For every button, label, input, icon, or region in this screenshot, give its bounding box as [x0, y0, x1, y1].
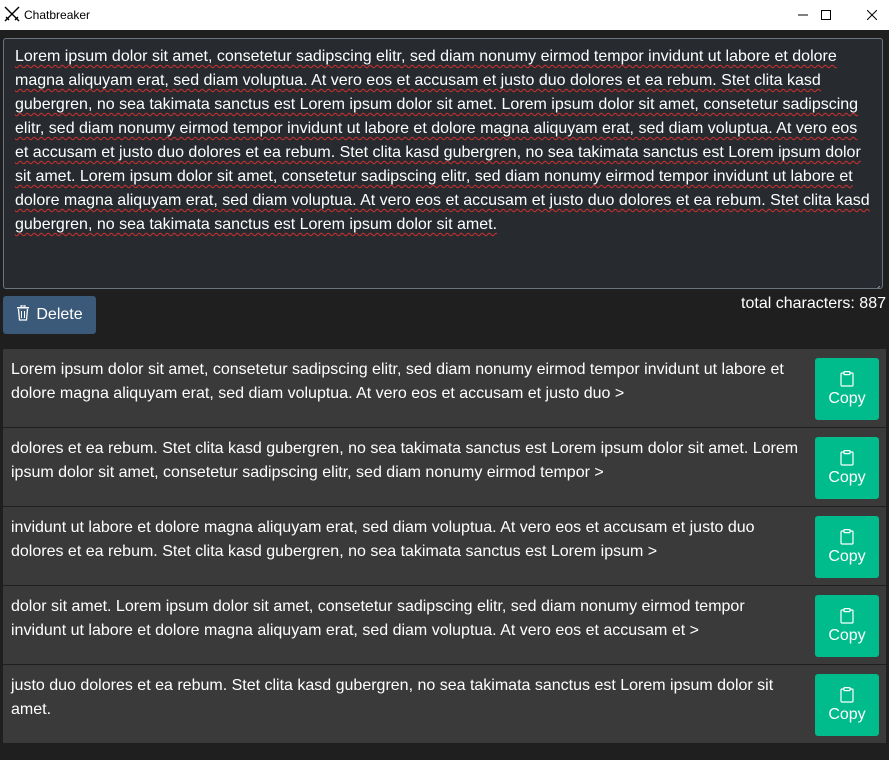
- title-bar: Chatbreaker: [0, 0, 889, 30]
- copy-label: Copy: [828, 389, 866, 407]
- chunk-text: justo duo dolores et ea rebum. Stet clit…: [11, 677, 774, 718]
- delete-label: Delete: [36, 306, 83, 323]
- copy-label: Copy: [828, 468, 866, 486]
- chunk-item: dolores et ea rebum. Stet clita kasd gub…: [3, 428, 886, 506]
- close-button[interactable]: [849, 0, 889, 30]
- delete-button[interactable]: Delete: [3, 296, 96, 334]
- input-text: Lorem ipsum dolor sit amet, consetetur s…: [15, 48, 870, 233]
- chunk-item: Lorem ipsum dolor sit amet, consetetur s…: [3, 349, 886, 427]
- chunk-item: dolor sit amet. Lorem ipsum dolor sit am…: [3, 586, 886, 664]
- clipboard-icon: [840, 449, 854, 466]
- input-textarea[interactable]: Lorem ipsum dolor sit amet, consetetur s…: [3, 38, 883, 289]
- copy-label: Copy: [828, 705, 866, 723]
- copy-button[interactable]: Copy: [815, 437, 879, 499]
- copy-button[interactable]: Copy: [815, 358, 879, 420]
- maximize-button[interactable]: [803, 0, 849, 30]
- clipboard-icon: [840, 607, 854, 624]
- copy-label: Copy: [828, 547, 866, 565]
- chunk-list: Lorem ipsum dolor sit amet, consetetur s…: [3, 349, 886, 744]
- trash-icon: [16, 304, 30, 326]
- clipboard-icon: [840, 528, 854, 545]
- copy-button[interactable]: Copy: [815, 674, 879, 736]
- resize-grip-icon[interactable]: [872, 278, 881, 288]
- chunk-item: invidunt ut labore et dolore magna aliqu…: [3, 507, 886, 585]
- chunk-item: justo duo dolores et ea rebum. Stet clit…: [3, 665, 886, 743]
- copy-label: Copy: [828, 626, 866, 644]
- chunk-text: dolor sit amet. Lorem ipsum dolor sit am…: [11, 598, 745, 639]
- chunk-text: invidunt ut labore et dolore magna aliqu…: [11, 519, 755, 560]
- copy-button[interactable]: Copy: [815, 595, 879, 657]
- chunk-text: Lorem ipsum dolor sit amet, consetetur s…: [11, 361, 784, 402]
- character-count: total characters: 887: [741, 295, 886, 312]
- close-icon: [867, 10, 877, 20]
- maximize-icon: [821, 10, 831, 20]
- clipboard-icon: [840, 370, 854, 387]
- clipboard-icon: [840, 686, 854, 703]
- crossed-swords-icon: [4, 6, 20, 22]
- chunk-text: dolores et ea rebum. Stet clita kasd gub…: [11, 440, 799, 481]
- window-title: Chatbreaker: [24, 8, 91, 22]
- copy-button[interactable]: Copy: [815, 516, 879, 578]
